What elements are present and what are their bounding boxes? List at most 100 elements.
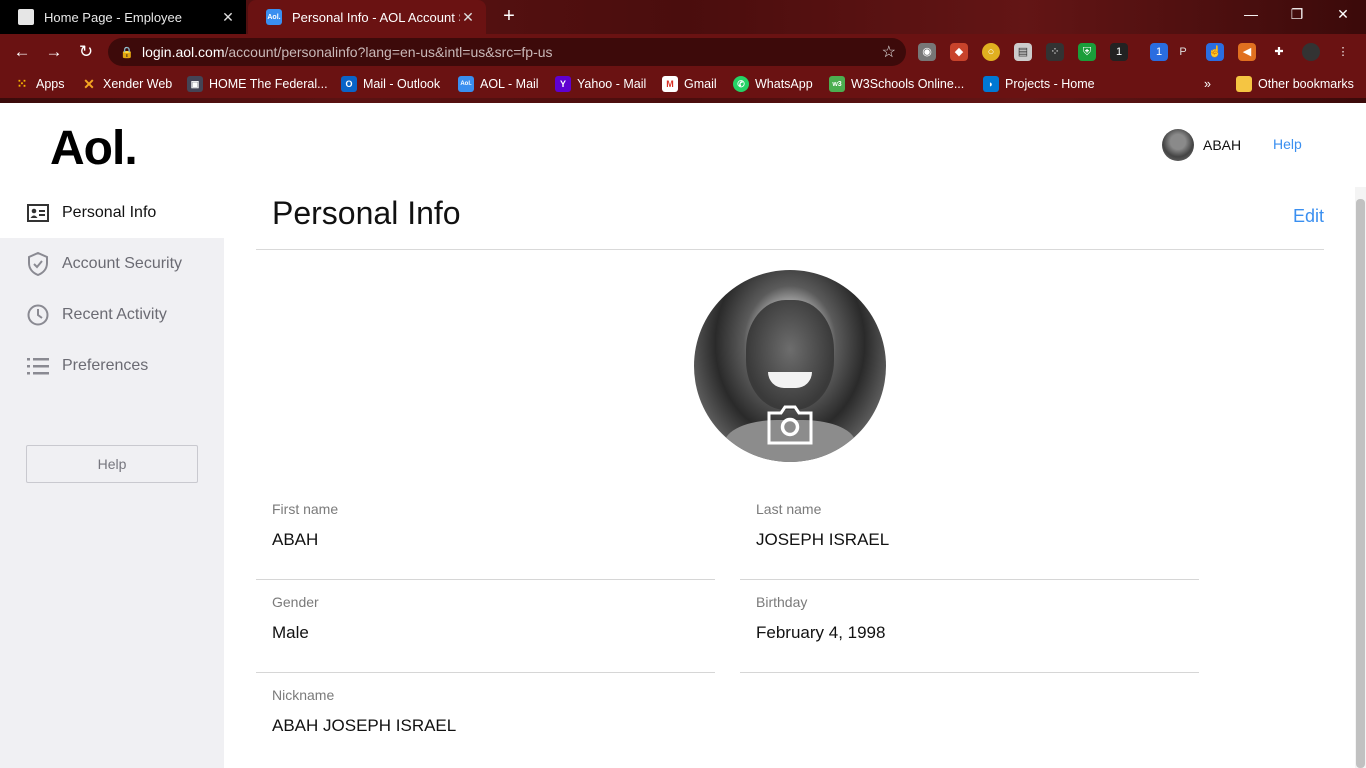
field-value: JOSEPH ISRAEL xyxy=(756,530,890,549)
close-window-button[interactable]: ✕ xyxy=(1320,0,1366,30)
menu-kebab-icon[interactable]: ⋮ xyxy=(1334,43,1352,61)
aol-account-page: Aol. ABAH Help Personal Info Account Sec… xyxy=(0,103,1366,768)
bookmark-yahoo-mail[interactable]: Y Yahoo - Mail xyxy=(555,75,646,93)
sidebar-item-account-security[interactable]: Account Security xyxy=(0,238,224,289)
more-bookmarks-button[interactable]: » xyxy=(1204,75,1211,93)
list-icon xyxy=(26,354,50,378)
sidebar-item-label: Preferences xyxy=(62,356,149,374)
close-tab-icon[interactable]: ✕ xyxy=(220,9,236,26)
page-title: Personal Info xyxy=(272,195,461,231)
address-bar[interactable]: 🔒 login.aol.com /account/personalinfo?la… xyxy=(108,38,906,66)
bookmark-whatsapp[interactable]: ✆ WhatsApp xyxy=(733,75,813,93)
field-label: Gender xyxy=(272,594,319,610)
gmail-icon: M xyxy=(662,76,678,92)
back-button[interactable]: ← xyxy=(10,40,34,64)
reload-button[interactable]: ↻ xyxy=(74,40,98,64)
apps-grid-icon: ⁙ xyxy=(16,76,28,91)
field-label: Birthday xyxy=(756,594,808,610)
bookmark-label: Mail - Outlook xyxy=(363,77,441,91)
bookmark-federal[interactable]: ▣ HOME The Federal... xyxy=(187,75,328,93)
megaphone-extension-icon[interactable]: ◀ xyxy=(1238,43,1256,61)
sidebar-item-preferences[interactable]: Preferences xyxy=(0,340,224,391)
field-label: Nickname xyxy=(272,687,335,703)
nickname-field: Nickname ABAH JOSEPH ISRAEL xyxy=(256,673,715,766)
sidebar-item-label: Personal Info xyxy=(62,203,157,221)
header-help-link[interactable]: Help xyxy=(1273,136,1302,152)
camera-icon[interactable] xyxy=(767,405,813,450)
scrollbar-thumb[interactable] xyxy=(1356,199,1365,768)
puzzle-extensions-icon[interactable]: ✚ xyxy=(1270,43,1288,61)
clock-icon xyxy=(26,303,50,327)
tab-home-page[interactable]: Home Page - Employee ✕ xyxy=(0,0,246,34)
counter-extension-icon[interactable]: 1 xyxy=(1150,43,1168,61)
browser-toolbar: ← → ↻ 🔒 login.aol.com /account/personali… xyxy=(0,34,1366,70)
crest-icon: ▣ xyxy=(187,76,203,92)
touch-extension-icon[interactable]: ☝ xyxy=(1206,43,1224,61)
field-label: Last name xyxy=(756,501,822,517)
page-scrollbar[interactable] xyxy=(1355,187,1366,768)
maximize-button[interactable]: ❐ xyxy=(1274,0,1320,30)
circle-extension-icon[interactable]: ○ xyxy=(982,43,1000,61)
field-value: Male xyxy=(272,623,309,642)
birthday-field: Birthday February 4, 1998 xyxy=(740,580,1199,673)
forward-button[interactable]: → xyxy=(42,40,66,64)
bookmark-aol-mail[interactable]: Aol. AOL - Mail xyxy=(458,75,539,93)
shield-extension-icon[interactable]: ◆ xyxy=(950,43,968,61)
id-card-icon xyxy=(26,201,50,225)
bookmark-gmail[interactable]: M Gmail xyxy=(662,75,717,93)
lock-icon: 🔒 xyxy=(120,46,134,59)
new-tab-button[interactable]: + xyxy=(496,5,522,29)
tab-personal-info[interactable]: Aol. Personal Info - AOL Account Sett ✕ xyxy=(248,0,486,34)
aol-logo[interactable]: Aol. xyxy=(50,121,138,176)
profile-photo[interactable] xyxy=(694,270,886,462)
bookmark-label: Gmail xyxy=(684,77,717,91)
w3schools-icon: w3 xyxy=(829,76,845,92)
gender-field: Gender Male xyxy=(256,580,715,673)
minimize-button[interactable]: — xyxy=(1228,0,1274,30)
profile-avatar-icon[interactable] xyxy=(1302,43,1320,61)
field-value: February 4, 1998 xyxy=(756,623,886,642)
outlook-icon: O xyxy=(341,76,357,92)
camera-extension-icon[interactable]: ◉ xyxy=(918,43,936,61)
tab-title: Personal Info - AOL Account Sett xyxy=(292,9,460,25)
other-bookmarks-folder[interactable]: Other bookmarks xyxy=(1236,75,1354,93)
sidebar-item-recent-activity[interactable]: Recent Activity xyxy=(0,289,224,340)
url-host: login.aol.com xyxy=(142,44,225,60)
bookmark-label: W3Schools Online... xyxy=(851,77,965,91)
bookmark-apps[interactable]: ⁙ Apps xyxy=(14,75,65,93)
adblock-extension-icon[interactable]: ⛨ xyxy=(1078,43,1096,61)
bookmark-xender[interactable]: ✕ Xender Web xyxy=(81,75,172,93)
pdf-extension-icon[interactable]: ▤ xyxy=(1014,43,1032,61)
xender-icon: ✕ xyxy=(83,75,95,92)
edit-button[interactable]: Edit xyxy=(1293,206,1324,227)
bookmark-label: HOME The Federal... xyxy=(209,77,328,91)
sidebar-help-button[interactable]: Help xyxy=(26,445,198,483)
bookmarks-bar: ⁙ Apps ✕ Xender Web ▣ HOME The Federal..… xyxy=(0,70,1366,98)
sidebar-item-label: Account Security xyxy=(62,254,183,272)
azure-devops-icon: ◗ xyxy=(983,76,999,92)
bookmark-label: Projects - Home xyxy=(1005,77,1095,91)
tab-title: Home Page - Employee xyxy=(44,9,183,25)
dots-extension-icon[interactable]: ⁘ xyxy=(1046,43,1064,61)
field-value: ABAH JOSEPH ISRAEL xyxy=(272,716,457,735)
folder-icon xyxy=(1236,76,1252,92)
close-tab-icon[interactable]: ✕ xyxy=(460,9,476,26)
aol-icon: Aol. xyxy=(458,76,474,92)
url-path: /account/personalinfo?lang=en-us&intl=us… xyxy=(224,44,553,60)
sidebar-item-personal-info[interactable]: Personal Info xyxy=(0,187,224,238)
user-menu[interactable]: ABAH xyxy=(1162,129,1241,161)
badge-extension-icon[interactable]: 1 xyxy=(1110,43,1128,61)
bookmark-projects[interactable]: ◗ Projects - Home xyxy=(983,75,1095,93)
bookmark-outlook[interactable]: O Mail - Outlook xyxy=(341,75,440,93)
more-bookmarks-label: » xyxy=(1204,77,1211,91)
bookmark-star-icon[interactable]: ☆ xyxy=(882,42,896,62)
p-extension-icon[interactable]: P xyxy=(1174,43,1192,61)
bookmark-label: Apps xyxy=(36,77,65,91)
field-value: ABAH xyxy=(272,530,319,549)
sidebar-item-label: Recent Activity xyxy=(62,305,167,323)
bookmark-label: Xender Web xyxy=(103,77,173,91)
last-name-field: Last name JOSEPH ISRAEL xyxy=(740,487,1199,580)
bookmark-w3schools[interactable]: w3 W3Schools Online... xyxy=(829,75,964,93)
bookmark-label: Other bookmarks xyxy=(1258,77,1354,91)
bookmark-label: Yahoo - Mail xyxy=(577,77,647,91)
